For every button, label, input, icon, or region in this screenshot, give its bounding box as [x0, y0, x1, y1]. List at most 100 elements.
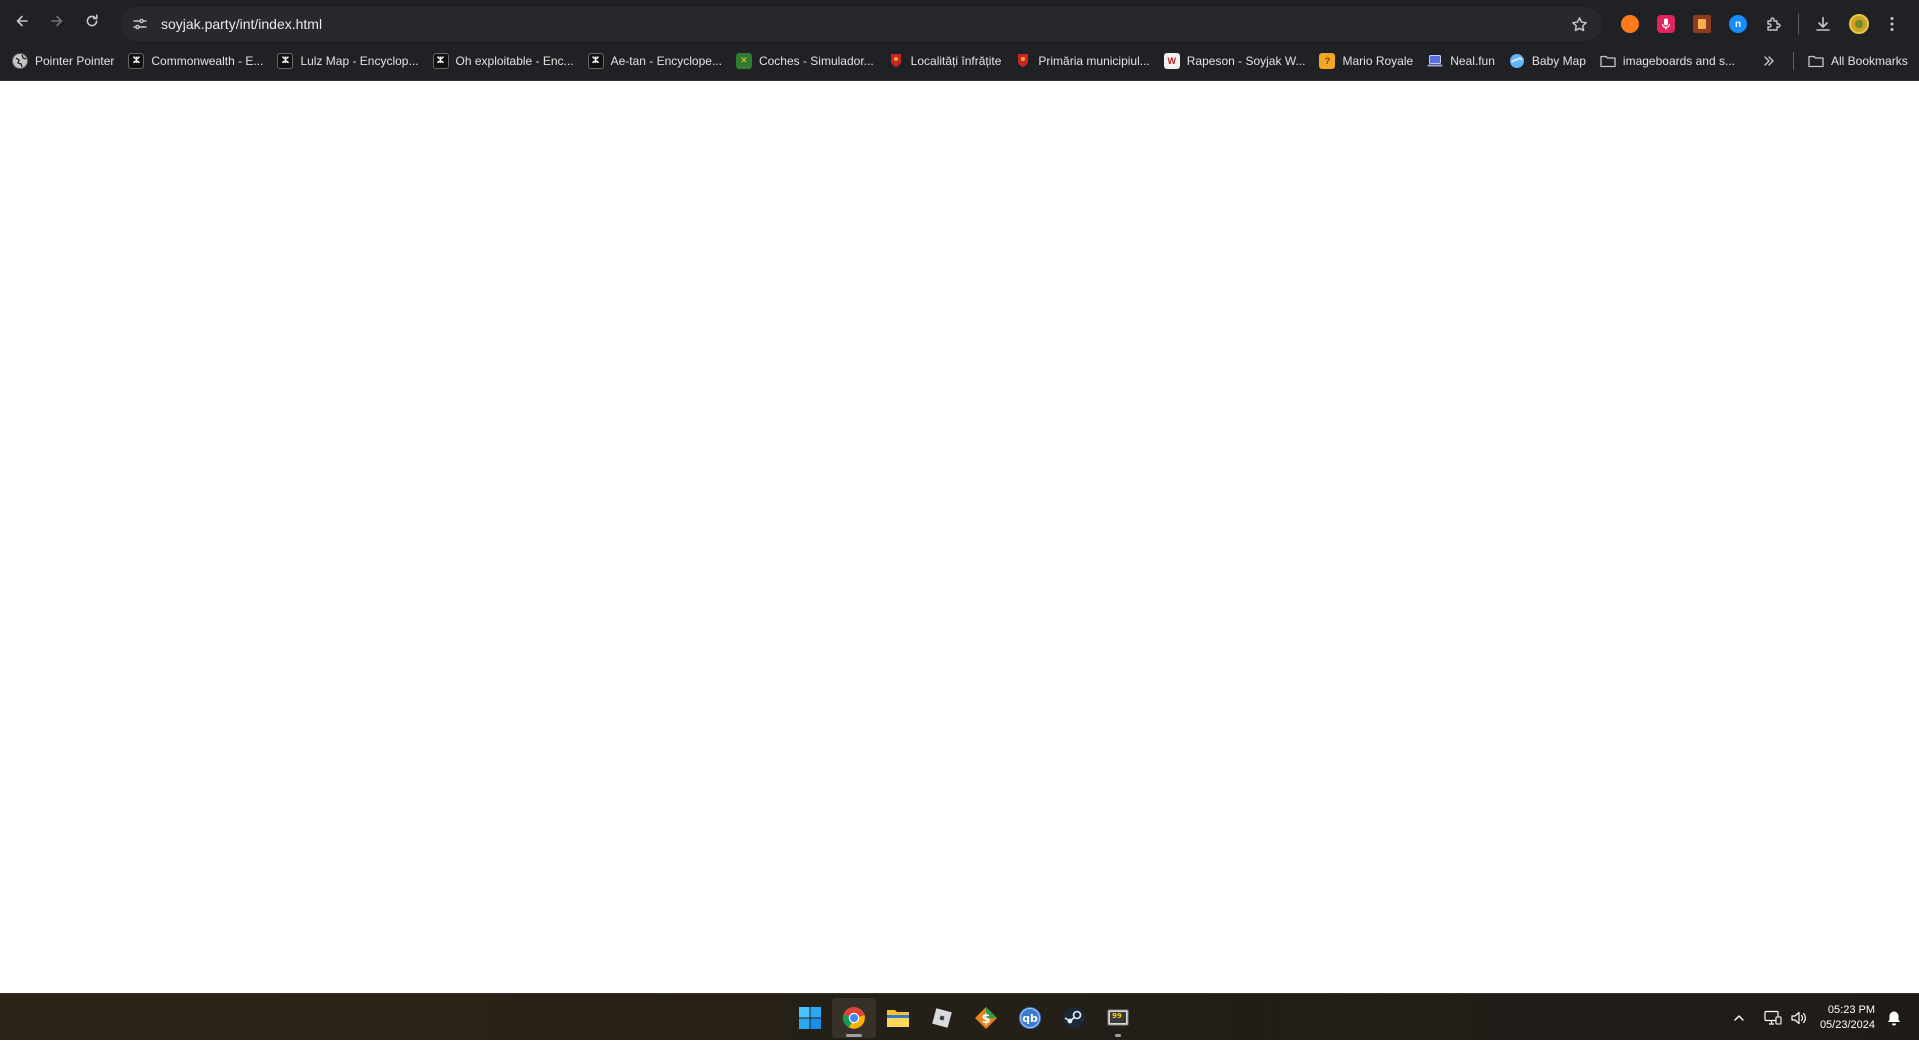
bookmark-item[interactable]: ⵣ Lulz Map - Encyclop...	[271, 47, 424, 75]
roblox-icon	[932, 1007, 952, 1028]
extension-book[interactable]	[1684, 8, 1720, 40]
svg-text:99: 99	[1112, 1012, 1122, 1020]
bookmark-item[interactable]: ? Mario Royale	[1313, 47, 1419, 75]
wojak-icon: ⵣ	[277, 52, 294, 69]
blue-extension-icon: n	[1729, 15, 1747, 33]
browser-toolbar: soyjak.party/int/index.html n	[0, 0, 1919, 41]
baby-map-icon	[1509, 53, 1525, 69]
taskbar-chrome[interactable]	[832, 997, 876, 1038]
bookmark-star-button[interactable]	[1564, 9, 1594, 39]
page-content[interactable]	[0, 82, 1919, 993]
more-bookmarks-button[interactable]	[1755, 47, 1783, 75]
microphone-icon	[1657, 15, 1675, 33]
reload-icon	[86, 13, 98, 26]
taskbar-qbittorrent[interactable]: qb	[1008, 998, 1052, 1038]
wojak-icon: ⵣ	[587, 52, 604, 69]
globe-icon	[12, 52, 28, 69]
start-button[interactable]	[788, 998, 832, 1038]
coat-of-arms-icon	[888, 53, 904, 69]
bookmark-label: Baby Map	[1531, 53, 1586, 68]
coat-of-arms-icon	[1015, 53, 1031, 69]
extension-microphone[interactable]	[1648, 8, 1684, 40]
show-hidden-icons-button[interactable]	[1726, 1003, 1752, 1033]
taskbar-money-app[interactable]: $	[964, 998, 1008, 1038]
bookmark-item[interactable]: Primăria municipiul...	[1009, 47, 1155, 75]
bookmarks-bar: Pointer Pointer ⵣ Commonwealth - E... ⵣ …	[0, 41, 1919, 81]
speaker-icon	[1791, 1011, 1806, 1024]
extension-orange[interactable]	[1612, 8, 1648, 40]
address-bar[interactable]: soyjak.party/int/index.html	[121, 7, 1602, 41]
bookmark-label: Mario Royale	[1342, 53, 1414, 68]
bookmark-item[interactable]: ⵣ Ae-tan - Encyclope...	[582, 47, 728, 75]
active-indicator	[846, 1033, 862, 1037]
site-info-button[interactable]	[127, 11, 153, 37]
network-icon	[1764, 1010, 1782, 1025]
star-icon	[1571, 16, 1587, 31]
bookmark-label: Lulz Map - Encyclop...	[300, 53, 419, 68]
taskbar-roblox[interactable]	[920, 998, 964, 1038]
network-button[interactable]	[1760, 1003, 1786, 1033]
bookmark-item[interactable]: Pointer Pointer	[6, 47, 120, 75]
forward-button[interactable]	[41, 5, 73, 37]
rapeson-icon: W	[1163, 52, 1180, 69]
bookmark-label: Pointer Pointer	[35, 53, 115, 68]
folder-icon	[887, 1009, 909, 1027]
browser-menu-button[interactable]	[1877, 8, 1907, 40]
url-text[interactable]: soyjak.party/int/index.html	[161, 16, 1564, 32]
bookmark-label: Commonwealth - E...	[151, 53, 264, 68]
extensions-menu-button[interactable]	[1756, 8, 1792, 40]
svg-text:qb: qb	[1022, 1012, 1038, 1025]
chevron-double-right-icon	[1764, 55, 1774, 66]
chevron-up-icon	[1734, 1014, 1744, 1021]
back-button[interactable]	[6, 5, 38, 37]
download-icon	[1816, 16, 1830, 31]
extension-blue[interactable]: n	[1720, 8, 1756, 40]
arrow-right-icon	[51, 15, 63, 26]
bookmark-label: Oh exploitable - Enc...	[455, 53, 574, 68]
chrome-icon	[843, 1006, 865, 1029]
bookmark-label: Neal.fun	[1450, 53, 1495, 68]
windows-logo-icon	[799, 1006, 821, 1029]
notifications-button[interactable]	[1881, 1003, 1907, 1033]
taskbar-clock[interactable]: 05:23 PM 05/23/2024	[1820, 1003, 1875, 1033]
bookmark-item[interactable]: Localități înfrățite	[882, 47, 1008, 75]
all-bookmarks-button[interactable]: All Bookmarks	[1802, 47, 1914, 75]
svg-text:$: $	[981, 1012, 990, 1027]
reload-button[interactable]	[76, 5, 108, 37]
taskbar-hotline-app[interactable]: 99	[1096, 998, 1140, 1038]
qbittorrent-icon: qb	[1019, 1006, 1041, 1029]
wojak-icon: ⵣ	[432, 52, 449, 69]
wojak-icon: ⵣ	[128, 52, 145, 69]
clock-date: 05/23/2024	[1819, 1018, 1875, 1031]
bookmark-label: Coches - Simulador...	[758, 53, 874, 68]
bookmark-item[interactable]: Neal.fun	[1421, 47, 1501, 75]
taskbar-file-explorer[interactable]	[876, 998, 920, 1038]
downloads-button[interactable]	[1805, 8, 1841, 40]
bookmark-item[interactable]: W Rapeson - Soyjak W...	[1158, 47, 1312, 75]
bookmark-item[interactable]: ⵣ Commonwealth - E...	[122, 47, 269, 75]
taskbar-steam[interactable]	[1052, 998, 1096, 1038]
bookmark-item[interactable]: ✕ Coches - Simulador...	[730, 47, 880, 75]
bookmark-folder[interactable]: imageboards and s...	[1594, 47, 1741, 75]
volume-button[interactable]	[1786, 1003, 1812, 1033]
running-indicator	[1115, 1033, 1121, 1037]
bookmark-item[interactable]: ⵣ Oh exploitable - Enc...	[427, 47, 580, 75]
more-vertical-icon	[1890, 17, 1894, 31]
bookmark-label: All Bookmarks	[1831, 53, 1908, 68]
bookmark-label: Rapeson - Soyjak W...	[1186, 53, 1306, 68]
bookmark-label: Ae-tan - Encyclope...	[610, 53, 722, 68]
orange-extension-icon	[1621, 15, 1639, 33]
profile-button[interactable]	[1841, 8, 1877, 40]
taskbar-apps: $ qb 99	[788, 994, 1140, 1041]
folder-icon	[1808, 53, 1824, 69]
system-tray: 05:23 PM 05/23/2024	[1726, 994, 1919, 1041]
bookmark-label: imageboards and s...	[1622, 53, 1735, 68]
puzzle-icon	[1767, 17, 1781, 31]
arrow-left-icon	[16, 15, 28, 26]
coches-icon: ✕	[735, 52, 752, 69]
toolbar-separator	[1798, 14, 1799, 34]
clock-time: 05:23 PM	[1827, 1003, 1875, 1016]
laptop-icon	[1427, 53, 1443, 69]
bookmark-item[interactable]: Baby Map	[1503, 47, 1592, 75]
bookmark-label: Localități înfrățite	[910, 53, 1002, 68]
